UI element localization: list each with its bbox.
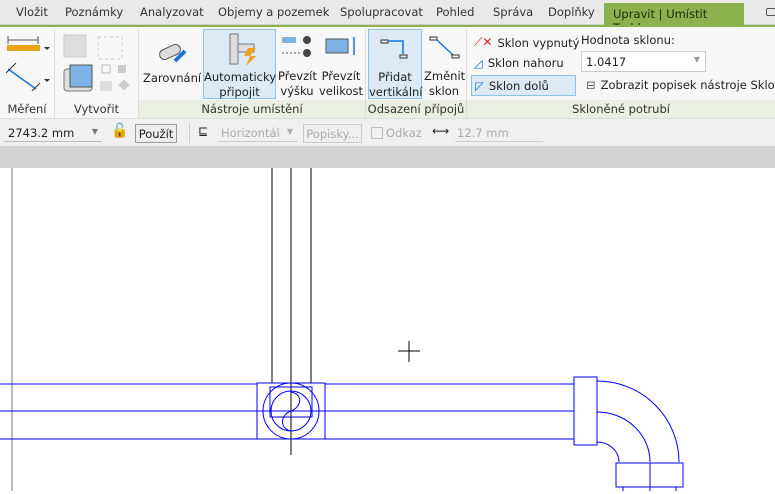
panel-label-sklonene: Skloněné potrubí: [467, 100, 775, 119]
create-icon[interactable]: [60, 31, 132, 95]
tab-vlozit[interactable]: Vložit: [16, 5, 48, 19]
coupling: [573, 376, 598, 446]
measure-icon[interactable]: [6, 35, 50, 91]
pridat-label-2: vertikální: [369, 85, 423, 99]
drawing-canvas[interactable]: [0, 168, 775, 491]
unlock-icon[interactable]: 🔓: [111, 123, 128, 139]
panel-toggle-icon[interactable]: [766, 8, 775, 16]
panel-label-nastroje: Nástroje umístění: [139, 100, 365, 119]
tab-pohled[interactable]: Pohled: [436, 5, 474, 19]
tab-objemy[interactable]: Objemy a pozemek: [218, 5, 329, 19]
pipe-drawing: [0, 168, 684, 491]
slope-tag-icon: ⊟: [586, 78, 596, 92]
tab-sprava[interactable]: Správa: [493, 5, 533, 19]
tab-upravit-umistit-trubka[interactable]: Upravit | Umístit Trubka: [604, 3, 744, 35]
zarovnani-label: Zarovnání: [143, 71, 202, 85]
prevzit-vysku-button[interactable]: Převzít výšku: [278, 29, 317, 98]
crosshair-cursor-icon: [398, 341, 420, 362]
prevzit-velikost-button[interactable]: Převzít velikost: [318, 29, 364, 98]
tab-analyzovat[interactable]: Analyzovat: [140, 5, 204, 19]
divider: [189, 123, 190, 143]
sklon-vypnuty-button[interactable]: ⟋✕ Sklon vypnutý: [474, 35, 579, 50]
pridat-label-1: Přidat: [378, 70, 412, 84]
panel-label-mereni: Měření: [7, 102, 47, 116]
elbow-outer: [596, 380, 680, 463]
zmenit-label-2: sklon: [428, 84, 460, 98]
zarovnani-button[interactable]: Zarovnání: [143, 29, 201, 97]
prevzit-velikost-label-2: velikost: [318, 84, 364, 98]
view-tab-bar: [0, 146, 775, 168]
odkaz-label: Odkaz: [386, 126, 422, 140]
slope-down-icon: ◸: [475, 78, 484, 93]
zmenit-sklon-button[interactable]: Změnit sklon: [424, 29, 466, 98]
ribbon-tabs: Vložit Poznámky Analyzovat Objemy a poze…: [0, 0, 775, 35]
justification-value: Horizontál: [221, 126, 280, 140]
pouzit-button[interactable]: Použít: [135, 124, 177, 143]
sklon-dolu-button[interactable]: ◸ Sklon dolů: [471, 75, 576, 96]
prevzit-velikost-label-1: Převzít: [321, 69, 361, 83]
align-wrench-icon: [159, 43, 187, 63]
panel-label-vytvorit: Vytvořit: [73, 102, 120, 116]
zmenit-label-1: Změnit: [424, 69, 466, 83]
automaticky-pripojit-button[interactable]: Automaticky připojit: [203, 29, 276, 99]
hodnota-sklonu-value: 1.0417: [586, 55, 627, 69]
tab-spolupracovat[interactable]: Spolupracovat: [340, 5, 423, 19]
match-size-icon: [325, 37, 355, 55]
justification-dropdown[interactable]: Horizontál ▼: [217, 124, 297, 142]
zobrazit-popisek-label: Zobrazit popisek nástroje Sklon: [600, 78, 775, 92]
panel-label-odsazeni: Odsazení přípojů: [366, 100, 466, 119]
add-vertical-icon: [380, 39, 408, 59]
pridat-vertikalni-button[interactable]: Přidat vertikální: [368, 29, 423, 99]
tab-poznamky[interactable]: Poznámky: [65, 5, 123, 19]
zobrazit-popisek-button[interactable]: ⊟ Zobrazit popisek nástroje Sklon: [586, 78, 775, 92]
odkaz-checkbox[interactable]: Odkaz: [371, 126, 422, 140]
change-slope-icon: [429, 36, 460, 59]
auto-connect-icon: [229, 33, 256, 66]
match-elevation-icon: [282, 36, 311, 57]
vertical-pipe: [271, 168, 312, 455]
options-bar: 2743.2 mm ▼ 🔓 Použít ⊑ Horizontál ▼ Popisk…: [0, 118, 775, 146]
sklon-nahoru-button[interactable]: ◿ Sklon nahoru: [474, 56, 564, 70]
sklon-vypnuty-label: Sklon vypnutý: [497, 35, 580, 50]
slope-off-icon: ⟋✕: [474, 35, 493, 49]
chevron-down-icon: ▼: [286, 127, 293, 136]
chevron-down-icon: ▼: [693, 55, 700, 64]
chevron-down-icon: ▼: [91, 127, 98, 136]
offset-dropdown[interactable]: 2743.2 mm ▼: [4, 124, 102, 142]
width-arrows-icon: ⟷: [432, 124, 450, 138]
offset-value: 2743.2 mm: [8, 126, 75, 140]
sklon-dolu-label: Sklon dolů: [488, 78, 549, 93]
popisky-button[interactable]: Popisky...: [303, 124, 362, 143]
sklon-nahoru-label: Sklon nahoru: [487, 56, 564, 70]
tab-doplnky[interactable]: Doplňky: [548, 5, 595, 19]
auto-label-2: připojit: [219, 85, 260, 99]
justification-icon: ⊑: [198, 124, 209, 138]
hodnota-sklonu-dropdown[interactable]: 1.0417 ▼: [581, 51, 706, 72]
ribbon: Měření Vytvořit Zarovnání Automaticky př…: [0, 25, 775, 119]
slope-up-icon: ◿: [474, 56, 483, 70]
horizontal-pipe: [0, 376, 684, 491]
width-field[interactable]: 12.7 mm: [455, 124, 543, 142]
prevzit-vysku-label-1: Převzít: [278, 69, 317, 83]
auto-label-1: Automaticky: [204, 70, 277, 84]
hodnota-sklonu-label: Hodnota sklonu:: [581, 33, 675, 47]
prevzit-vysku-label-2: výšku: [280, 84, 314, 98]
checkbox-icon: [371, 127, 383, 139]
